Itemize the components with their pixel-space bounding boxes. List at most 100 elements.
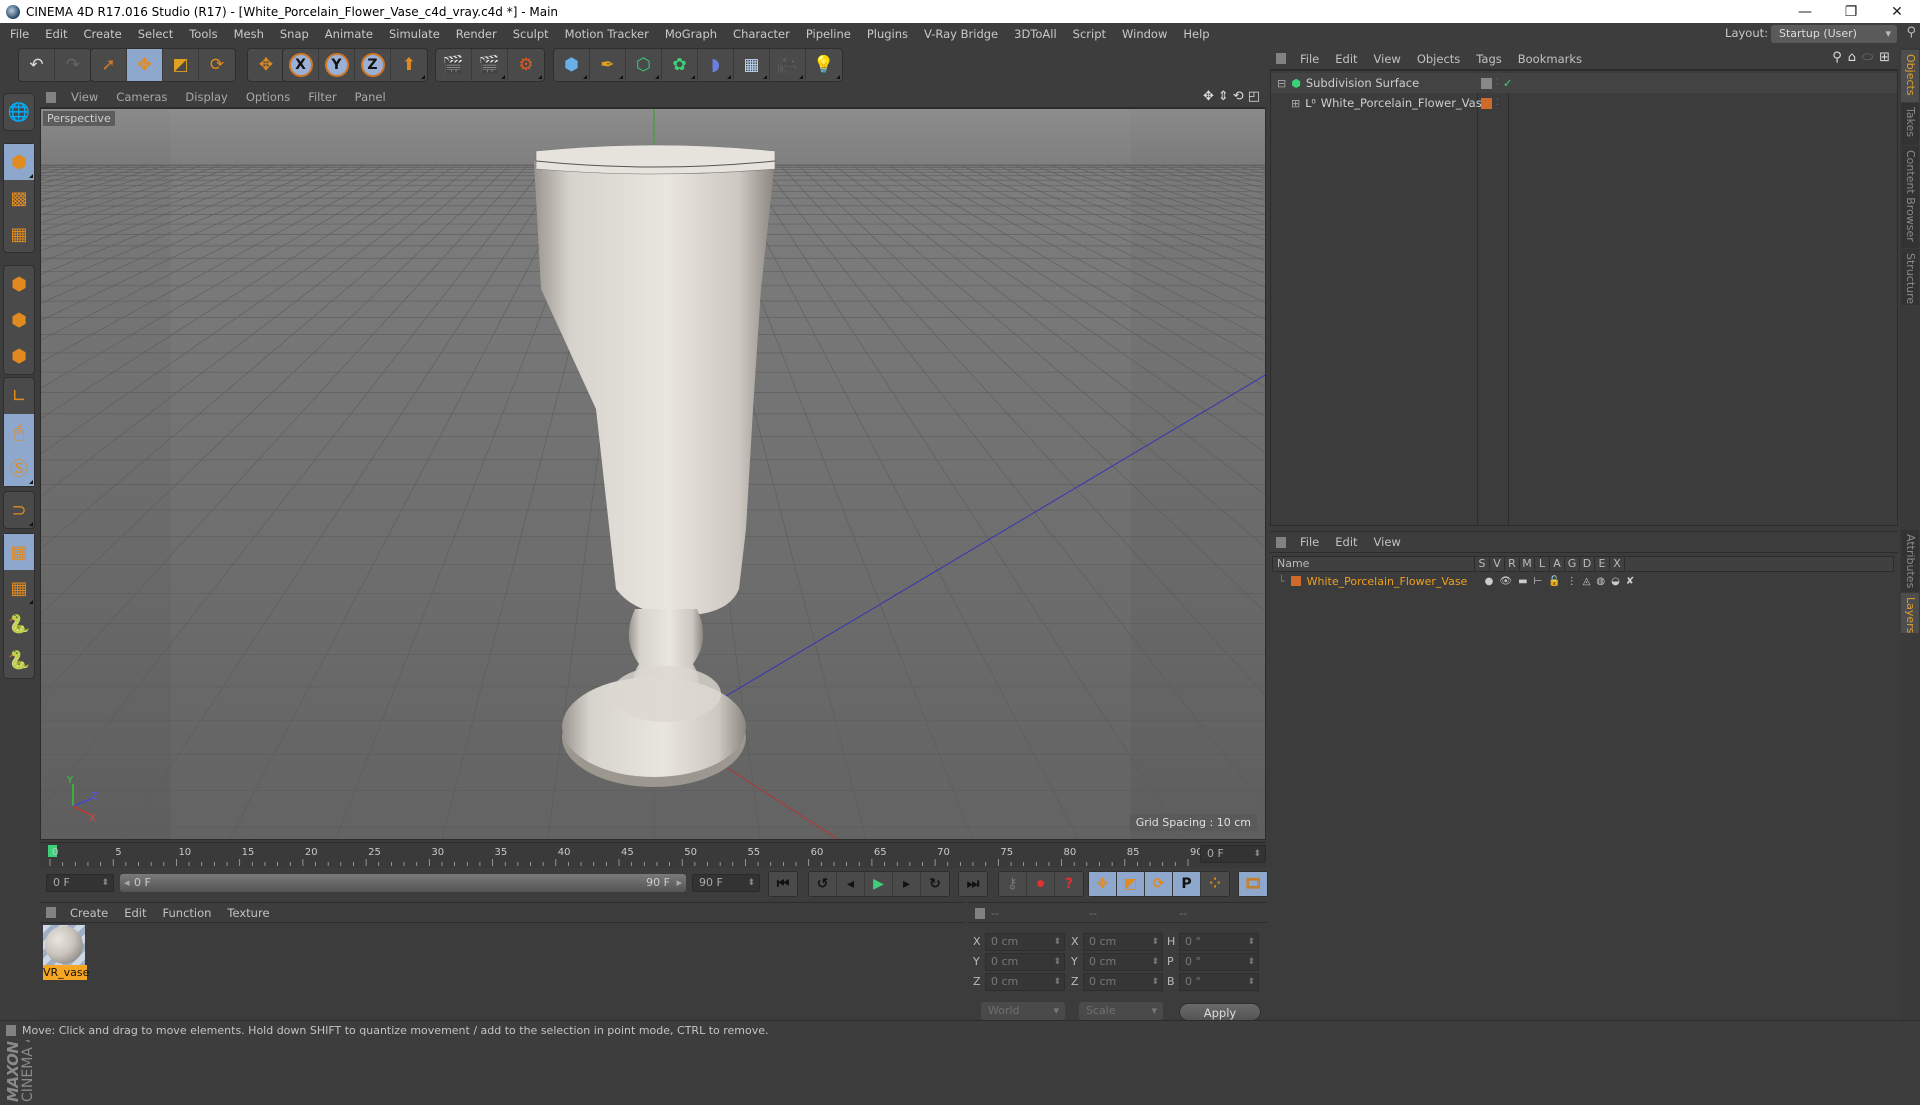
move-button[interactable]: ✥ (127, 49, 163, 81)
key-scale-button[interactable]: ◩ (1117, 872, 1145, 896)
workplane-lock-button[interactable]: ▦ (4, 534, 34, 570)
coordinate-space-select[interactable]: World (981, 1002, 1065, 1020)
animation-icon[interactable]: ⋮ (1567, 576, 1577, 587)
end-frame-field[interactable]: 90 F ⬍ (692, 874, 760, 892)
panel-grip[interactable] (1276, 536, 1286, 548)
tab-structure[interactable]: Structure (1901, 249, 1919, 305)
expand-toggle-icon[interactable]: ⊞ (1291, 97, 1300, 110)
current-frame-field[interactable]: 0 F ⬍ (1200, 845, 1266, 863)
undo-button[interactable]: ↶ (19, 49, 55, 81)
tab-content-browser[interactable]: Content Browser (1901, 146, 1919, 248)
edges-mode-button[interactable]: ⬢ (4, 302, 34, 338)
layer-column-g[interactable]: G (1565, 557, 1580, 571)
tab-objects[interactable]: Objects (1901, 50, 1919, 102)
key-rotation-button[interactable]: ⟳ (1145, 872, 1173, 896)
render-settings-button[interactable]: ⚙ (508, 49, 544, 81)
xref-icon[interactable]: ✘ (1626, 576, 1634, 587)
menu-plugins[interactable]: Plugins (859, 27, 916, 41)
axis-mode-button[interactable]: ∟ (4, 378, 34, 414)
menu-v-ray-bridge[interactable]: V-Ray Bridge (916, 27, 1006, 41)
deformer-icon[interactable]: ◍ (1596, 576, 1605, 587)
layout-select[interactable]: Startup (User) (1771, 25, 1897, 43)
menu-mesh[interactable]: Mesh (226, 27, 272, 41)
panel-grip[interactable] (46, 907, 56, 918)
layer-column-name[interactable]: Name (1273, 557, 1475, 571)
render-clapper-icon[interactable]: ▬ (1518, 576, 1527, 587)
coordinate-system-button[interactable]: ⬆ (391, 49, 427, 81)
cube-button[interactable]: ⬢ (554, 49, 590, 81)
check-icon[interactable]: ✓ (1503, 76, 1513, 90)
tab-attributes[interactable]: Attributes (1901, 530, 1919, 592)
x-axis-button[interactable]: X (283, 49, 319, 81)
menu-help[interactable]: Help (1175, 27, 1217, 41)
tab-takes[interactable]: Takes (1901, 103, 1919, 145)
layer-column-v[interactable]: V (1490, 557, 1505, 571)
z-axis-button[interactable]: Z (355, 49, 391, 81)
material-menu-function[interactable]: Function (155, 906, 220, 920)
material-menu-texture[interactable]: Texture (219, 906, 277, 920)
object-name[interactable]: Subdivision Surface (1306, 76, 1474, 90)
go-to-start-button[interactable]: ⏮ (769, 872, 797, 896)
maximize-icon[interactable]: ◰ (1248, 89, 1260, 104)
viewport-menu-filter[interactable]: Filter (299, 90, 345, 104)
move-view-icon[interactable]: ✥ (1203, 89, 1214, 104)
layer-column-s[interactable]: S (1475, 557, 1490, 571)
menu-simulate[interactable]: Simulate (381, 27, 448, 41)
autokeying-button[interactable]: ⏺ (1027, 872, 1055, 896)
y-axis-button[interactable]: Y (319, 49, 355, 81)
perspective-viewport[interactable]: Y Z X Perspective Grid Spacing : 10 cm (40, 108, 1266, 840)
menu-file[interactable]: File (2, 27, 37, 41)
layer-menu-edit[interactable]: Edit (1327, 535, 1365, 549)
snap-button[interactable]: ⊃ (4, 492, 34, 528)
next-key-button[interactable]: ↻ (921, 872, 949, 896)
visibility-dots-icon[interactable]: ⁚ (1496, 78, 1499, 88)
timeline-ruler[interactable]: 0 5 10 15 20 25 30 35 40 45 50 55 60 65 70 75 80 85 90 (40, 842, 1266, 868)
menu-create[interactable]: Create (76, 27, 130, 41)
menu-pipeline[interactable]: Pipeline (798, 27, 859, 41)
expand-toggle-icon[interactable]: ⊟ (1277, 77, 1286, 90)
menu-3dtoall[interactable]: 3DToAll (1006, 27, 1065, 41)
rotation-p-field[interactable]: 0 ° ⬍ (1179, 953, 1259, 971)
viewport-menu-view[interactable]: View (62, 90, 107, 104)
live-selection-button[interactable]: ➚ (91, 49, 127, 81)
timeline-window-button[interactable]: 🎞 (1239, 872, 1267, 896)
viewport-menu-panel[interactable]: Panel (346, 90, 395, 104)
solo-dot-icon[interactable]: ● (1485, 576, 1494, 587)
orbit-icon[interactable]: ⟲ (1233, 89, 1244, 104)
filter-icon[interactable]: ⬭ (1862, 50, 1873, 65)
layer-column-x[interactable]: X (1610, 557, 1625, 571)
polygons-mode-button[interactable]: ⬢ (4, 338, 34, 374)
new-window-icon[interactable]: ⊞ (1879, 50, 1890, 65)
pen-button[interactable]: ✒ (590, 49, 626, 81)
python-1-button[interactable]: 🐍 (4, 606, 34, 642)
layer-gray-icon[interactable] (1481, 77, 1492, 89)
panel-grip[interactable] (46, 91, 56, 103)
scale-button[interactable]: ◩ (163, 49, 199, 81)
object-row[interactable]: ⊞ L⁰ White_Porcelain_Flower_Vase ⁚ (1271, 93, 1897, 113)
redo-button[interactable]: ↷ (55, 49, 91, 81)
menu-sculpt[interactable]: Sculpt (505, 27, 557, 41)
lock-icon[interactable]: 🔓 (1548, 576, 1560, 587)
layer-row[interactable]: └ White_Porcelain_Flower_Vase ● 👁 ▬ ⊢ 🔓 … (1272, 573, 1894, 589)
panel-grip[interactable] (1276, 53, 1286, 64)
close-button[interactable]: ✕ (1874, 0, 1920, 23)
expression-icon[interactable]: ◒ (1611, 576, 1620, 587)
object-menu-edit[interactable]: Edit (1327, 52, 1365, 66)
render-view-button[interactable]: 🎬 (436, 49, 472, 81)
layer-column-e[interactable]: E (1595, 557, 1610, 571)
menu-script[interactable]: Script (1065, 27, 1114, 41)
points-mode-button[interactable]: ⬢ (4, 266, 34, 302)
material-menu-edit[interactable]: Edit (116, 906, 154, 920)
model-mode-button[interactable]: ⬢ (4, 144, 34, 180)
play-button[interactable]: ▶ (865, 872, 893, 896)
previous-frame-button[interactable]: ◂ (837, 872, 865, 896)
position-x-field[interactable]: 0 cm ⬍ (985, 933, 1065, 951)
layer-column-m[interactable]: M (1520, 557, 1535, 571)
layer-column-a[interactable]: A (1550, 557, 1565, 571)
workplane-align-button[interactable]: ▦ (4, 570, 34, 606)
start-frame-field[interactable]: 0 F ⬍ (46, 874, 114, 892)
floor-button[interactable]: ▦ (734, 49, 770, 81)
restore-button[interactable]: ❐ (1828, 0, 1874, 23)
viewport-menu-display[interactable]: Display (176, 90, 236, 104)
panel-grip[interactable] (975, 908, 985, 919)
